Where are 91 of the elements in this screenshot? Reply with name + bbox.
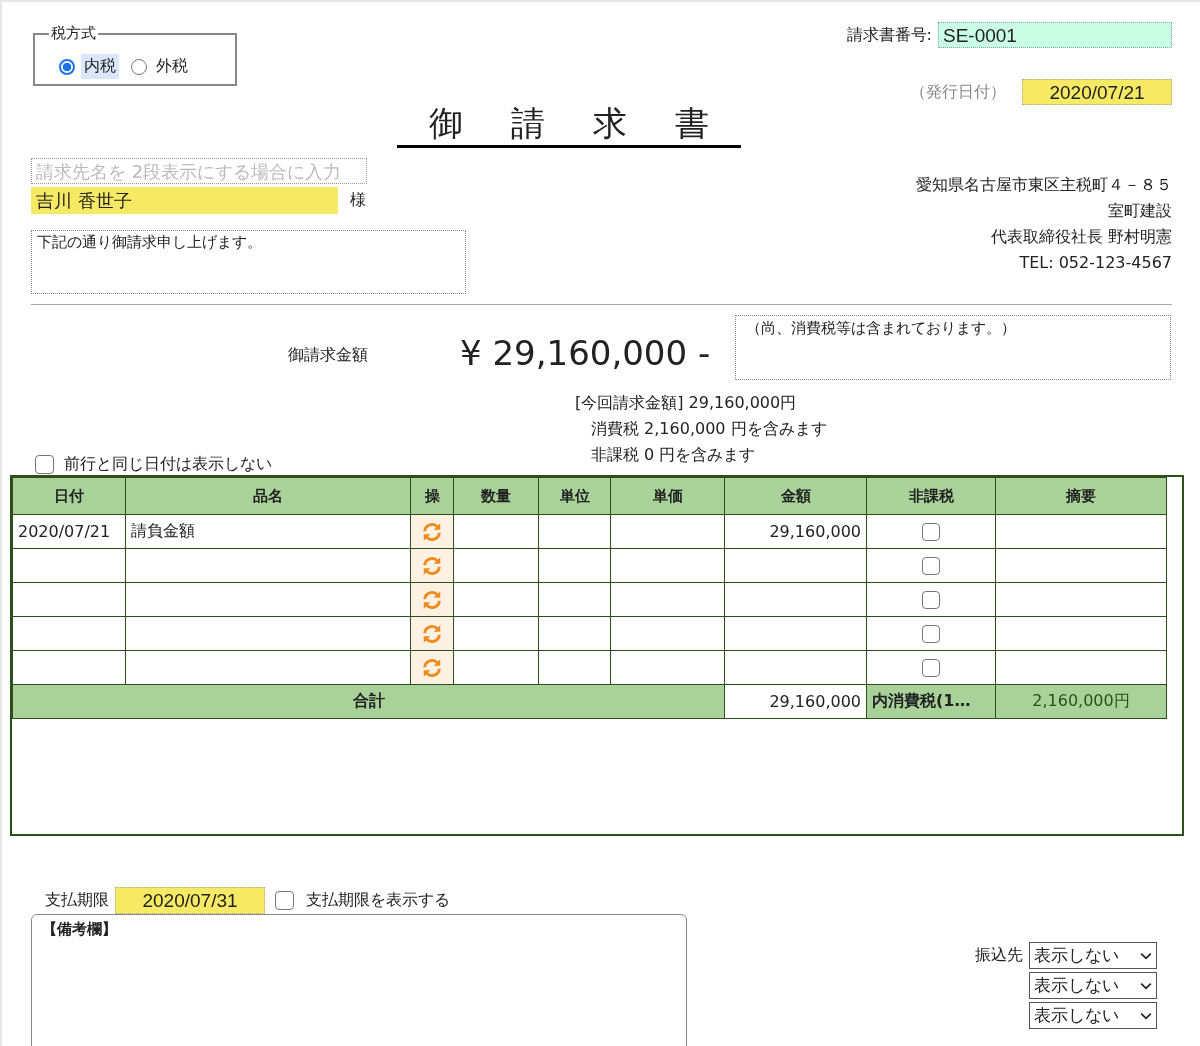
table-cell[interactable] [125,650,411,685]
table-cell[interactable] [610,514,725,549]
table-cell[interactable] [453,514,539,549]
bank-select[interactable]: 表示しない [1029,972,1157,999]
table-cell[interactable] [453,616,539,651]
column-header: 金額 [724,477,867,515]
table-cell[interactable] [453,650,539,685]
table-cell[interactable] [724,650,867,685]
bank-select[interactable]: 表示しない [1029,1002,1157,1029]
radio-button[interactable] [59,58,75,75]
table-cell[interactable] [995,650,1167,685]
table-cell[interactable] [125,582,411,617]
table-cell[interactable] [12,616,126,651]
table-cell[interactable] [538,514,611,549]
issuer-text: 室町建設 [1107,200,1172,222]
table-cell[interactable] [610,616,725,651]
column-header: 数量 [453,477,539,515]
breakdown-text: 非課税 0 円を含みます [590,444,757,466]
issuer-text: 代表取締役社長 野村明憲 [989,226,1172,248]
table-cell[interactable] [453,582,539,617]
checkbox-label[interactable]: 前行と同じ日付は表示しない [64,454,272,475]
table-cell[interactable] [12,650,126,685]
column-header: 摘要 [995,477,1167,515]
payment-due-field[interactable]: 2020/07/31 [115,886,265,914]
issue-date-label: （発行日付） [910,81,1006,103]
checkbox-label[interactable]: 支払期限を表示する [306,889,450,911]
breakdown-text: 消費税 2,160,000 円を含みます [590,418,827,440]
table-cell[interactable] [12,548,126,583]
table-cell[interactable]: 2020/07/21 [12,514,126,549]
remarks-label: 【備考欄】 [42,920,117,938]
table-cell[interactable] [995,616,1167,651]
table-cell[interactable] [538,548,611,583]
table-cell[interactable] [995,514,1167,549]
column-header: 操 [410,477,454,515]
checkbox[interactable] [922,523,940,542]
table-cell[interactable] [610,650,725,685]
caret-icon [1140,981,1152,990]
table-cell[interactable] [995,548,1167,583]
table-cell[interactable] [995,582,1167,617]
issuer-text: 愛知県名古屋市東区主税町４－８５ [915,174,1172,196]
remarks-field[interactable]: 【備考欄】 [31,914,687,1046]
bank-label: 振込先 [975,945,1023,966]
table-cell[interactable] [125,616,411,651]
checkbox[interactable] [275,890,294,910]
caret-icon [1140,951,1152,960]
table-cell[interactable] [538,616,611,651]
document-title: 御 請 求 書 [397,101,741,148]
checkbox[interactable] [922,625,940,644]
invoice-number-field[interactable]: SE-0001 [938,22,1172,48]
issuer-text: TEL: 052-123-4567 [1018,252,1172,274]
bank-select[interactable]: 表示しない [1029,942,1157,969]
column-header: 単位 [538,477,611,515]
table-cell[interactable] [125,548,411,583]
table-cell[interactable]: 請負金額 [125,514,411,549]
breakdown-text: [今回請求金額] 29,160,000円 [575,392,798,414]
note-field[interactable]: （尚、消費税等は含まれております。） [735,315,1171,380]
tax-mode-legend: 税方式 [49,24,98,43]
recipient-line1-field[interactable]: 請求先名を 2段表示にする場合に入力 [31,158,367,184]
column-header: 非課税 [866,477,996,515]
table-cell[interactable] [12,582,126,617]
recipient-name-field[interactable]: 吉川 香世子 [31,187,338,214]
amount-label: 御請求金額 [288,345,369,366]
table-cell[interactable] [610,582,725,617]
table-cell[interactable]: 29,160,000 [724,514,867,549]
column-header: 日付 [12,477,126,515]
checkbox[interactable] [922,591,940,610]
radio-label[interactable]: 内税 [81,54,119,79]
invoice-number-label: 請求書番号: [846,24,932,46]
total-amount: 29,160,000 [724,684,867,719]
tax-amount: 2,160,000円 [995,684,1167,719]
message-field[interactable]: 下記の通り御請求申し上げます。 [31,230,466,294]
checkbox[interactable] [35,455,54,474]
table-cell[interactable] [538,582,611,617]
table-cell[interactable] [610,548,725,583]
honorific: 様 [350,190,366,211]
total-label: 合計 [12,684,725,719]
issue-date-field[interactable]: 2020/07/21 [1022,79,1172,105]
payment-due-label: 支払期限 [45,889,109,911]
table-cell[interactable] [724,582,867,617]
checkbox[interactable] [922,557,940,576]
column-header: 単価 [610,477,725,515]
table-cell[interactable] [724,616,867,651]
billed-amount: ¥ 29,160,000 - [460,333,712,373]
tax-label: 内消費税(1… [866,684,996,719]
caret-icon [1140,1011,1152,1020]
checkbox[interactable] [922,659,940,678]
table-cell[interactable] [724,548,867,583]
table-cell[interactable] [453,548,539,583]
column-header: 品名 [125,477,411,515]
table-cell[interactable] [538,650,611,685]
radio-label[interactable]: 外税 [153,54,191,79]
